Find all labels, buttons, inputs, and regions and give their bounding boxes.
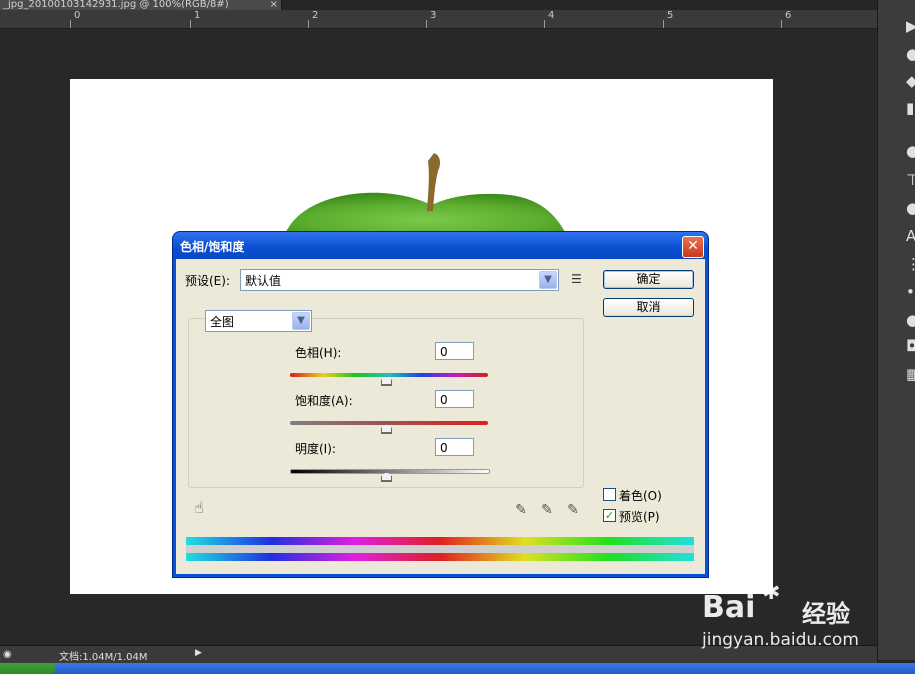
ruler-label: 2 <box>312 10 319 21</box>
ruler-label: 1 <box>194 10 201 21</box>
preview-label: 预览(P) <box>619 510 660 524</box>
lightness-label: 明度(I): <box>295 442 336 456</box>
status-menu-icon[interactable]: ◉ <box>3 649 12 660</box>
dialog-title: 色相/饱和度 <box>180 240 245 254</box>
ruler-tick <box>190 20 191 28</box>
color-range-bar[interactable] <box>186 545 694 553</box>
preset-select[interactable]: 默认值 ▼ <box>240 269 559 291</box>
document-size-info: 文档:1.04M/1.04M <box>59 652 148 663</box>
chevron-down-icon[interactable]: ▼ <box>292 312 310 330</box>
watermark-brand: Bai <box>702 590 756 625</box>
hue-label: 色相(H): <box>295 346 342 360</box>
eyedropper-minus-icon[interactable]: ✎ <box>565 502 581 518</box>
output-color-bar <box>186 553 694 561</box>
dialog-titlebar[interactable]: 色相/饱和度 ✕ <box>173 232 708 259</box>
hue-input[interactable]: 0 <box>435 342 474 360</box>
colorize-checkbox[interactable] <box>603 488 616 501</box>
info-icon[interactable]: ● <box>906 312 915 328</box>
saturation-label: 饱和度(A): <box>295 394 353 408</box>
lightness-input[interactable]: 0 <box>435 438 474 456</box>
close-tab-icon[interactable]: × <box>270 0 278 10</box>
brush-icon[interactable]: ● <box>906 143 915 159</box>
clone-source-icon[interactable]: ● <box>906 200 915 216</box>
preset-options-icon[interactable]: ☰ <box>571 272 582 286</box>
watermark-brand-suffix: 经验 <box>802 600 850 628</box>
baidu-watermark: Bai ✱ 经验 jingyan.baidu.com <box>698 574 873 654</box>
ruler-tick <box>663 20 664 28</box>
lightness-slider-track[interactable] <box>290 469 490 474</box>
ruler-label: 4 <box>548 10 555 21</box>
play-icon[interactable]: ▶ <box>906 18 915 34</box>
ruler-label: 5 <box>667 10 674 21</box>
ruler-tick <box>544 20 545 28</box>
layers-icon[interactable]: ◆ <box>906 73 915 89</box>
ruler-tick <box>70 20 71 28</box>
watermark-url: jingyan.baidu.com <box>702 630 859 650</box>
adjustment-group <box>188 318 584 488</box>
cancel-button[interactable]: 取消 <box>603 298 694 317</box>
document-tab[interactable]: _jpg_20100103142931.jpg @ 100%(RGB/8#) × <box>0 0 282 10</box>
styles-icon[interactable]: ▮ <box>906 100 915 116</box>
ok-button[interactable]: 确定 <box>603 270 694 289</box>
navigator-icon[interactable]: ● <box>906 46 915 62</box>
ruler-label: 0 <box>74 10 81 21</box>
preview-checkbox[interactable]: ✓ <box>603 509 616 522</box>
channel-value: 全图 <box>210 315 235 329</box>
eyedropper-icon[interactable]: ✎ <box>513 502 529 518</box>
swatches-icon[interactable]: • <box>906 284 915 300</box>
saturation-slider-track[interactable] <box>290 421 488 425</box>
ruler-tick <box>781 20 782 28</box>
hue-slider-track[interactable] <box>290 373 488 377</box>
ruler-tick <box>308 20 309 28</box>
chevron-down-icon[interactable]: ▼ <box>539 271 557 289</box>
preset-label: 预设(E): <box>185 274 230 288</box>
paragraph-icon[interactable]: ⋮ <box>906 256 915 272</box>
start-button[interactable] <box>0 663 56 674</box>
tool-presets-icon[interactable]: ⊤ <box>906 172 915 188</box>
grid-icon[interactable]: ▦ <box>906 366 915 382</box>
right-panel-dock: ▶ ● ◆ ▮ ● ⊤ ● A ⋮ • ● ◘ ▦ <box>877 0 915 660</box>
hand-adjust-icon[interactable]: ☝ <box>191 500 207 516</box>
3d-icon[interactable]: ◘ <box>906 338 915 354</box>
eyedropper-plus-icon[interactable]: ✎ <box>539 502 555 518</box>
ruler-label: 6 <box>785 10 792 21</box>
channel-select[interactable]: 全图 ▼ <box>205 310 312 332</box>
dialog-body: 预设(E): 默认值 ▼ ☰ 确定 取消 全图 ▼ 色相(H): 0 饱和度(A… <box>176 259 705 574</box>
ruler-tick <box>426 20 427 28</box>
saturation-input[interactable]: 0 <box>435 390 474 408</box>
horizontal-ruler: 0 1 2 3 4 5 6 <box>0 10 877 29</box>
ruler-label: 3 <box>430 10 437 21</box>
input-color-bar <box>186 537 694 545</box>
character-icon[interactable]: A <box>906 228 915 244</box>
preset-value: 默认值 <box>245 274 282 288</box>
status-expand-icon[interactable]: ▶ <box>195 648 202 658</box>
document-tab-title: _jpg_20100103142931.jpg @ 100%(RGB/8#) <box>3 0 229 10</box>
close-button[interactable]: ✕ <box>682 236 704 258</box>
paw-icon: ✱ <box>762 580 781 605</box>
colorize-label: 着色(O) <box>619 489 662 503</box>
hue-saturation-dialog: 色相/饱和度 ✕ 预设(E): 默认值 ▼ ☰ 确定 取消 全图 ▼ 色相(H)… <box>173 232 708 577</box>
taskbar <box>0 663 915 674</box>
